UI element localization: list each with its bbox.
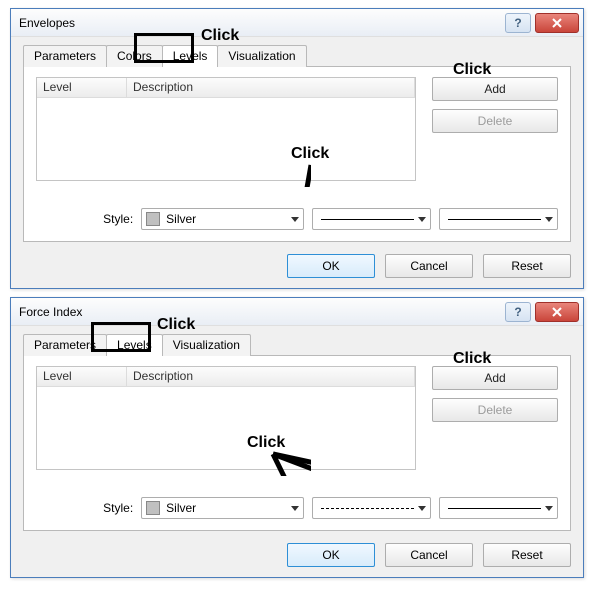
window-title: Force Index	[19, 305, 505, 319]
client-area: Parameters Colors Levels Visualization L…	[11, 37, 583, 288]
chevron-down-icon	[545, 217, 553, 222]
col-level: Level	[37, 78, 127, 97]
line-thickness-dropdown[interactable]	[439, 208, 558, 230]
cancel-button[interactable]: Cancel	[385, 543, 473, 567]
envelopes-window: Envelopes ? Parameters Colors Levels Vis…	[10, 8, 584, 289]
style-label: Style:	[36, 501, 141, 515]
chevron-down-icon	[291, 217, 299, 222]
chevron-down-icon	[545, 506, 553, 511]
list-header: Level Description	[37, 78, 415, 98]
color-name: Silver	[166, 501, 196, 515]
tab-parameters[interactable]: Parameters	[23, 45, 107, 67]
dialog-button-bar: OK Cancel Reset	[287, 543, 571, 567]
tab-bar: Parameters Colors Levels Visualization	[23, 45, 571, 67]
force-index-window: Force Index ? Parameters Levels Visualiz…	[10, 297, 584, 578]
color-swatch-icon	[146, 501, 160, 515]
color-dropdown[interactable]: Silver	[141, 208, 304, 230]
col-level: Level	[37, 367, 127, 386]
titlebar: Force Index ?	[11, 298, 583, 326]
tab-colors[interactable]: Colors	[106, 45, 163, 67]
chevron-down-icon	[291, 506, 299, 511]
reset-button[interactable]: Reset	[483, 254, 571, 278]
col-description: Description	[127, 367, 415, 386]
tab-visualization[interactable]: Visualization	[162, 334, 251, 356]
add-button[interactable]: Add	[432, 77, 558, 101]
client-area: Parameters Levels Visualization Level De…	[11, 326, 583, 577]
ok-button[interactable]: OK	[287, 254, 375, 278]
window-title: Envelopes	[19, 16, 505, 30]
close-icon	[551, 306, 563, 318]
levels-list[interactable]: Level Description	[36, 77, 416, 181]
tab-page-levels: Level Description Add Delete Style: Silv…	[23, 355, 571, 531]
style-label: Style:	[36, 212, 141, 226]
help-button[interactable]: ?	[505, 302, 531, 322]
color-name: Silver	[166, 212, 196, 226]
levels-list[interactable]: Level Description	[36, 366, 416, 470]
tab-levels[interactable]: Levels	[162, 45, 219, 67]
help-button[interactable]: ?	[505, 13, 531, 33]
tab-levels[interactable]: Levels	[106, 334, 163, 356]
line-style-dropdown[interactable]	[312, 208, 431, 230]
add-button[interactable]: Add	[432, 366, 558, 390]
delete-button: Delete	[432, 109, 558, 133]
tab-page-levels: Level Description Add Delete Style: Silv…	[23, 66, 571, 242]
chevron-down-icon	[418, 506, 426, 511]
side-panel: Add Delete	[432, 366, 558, 430]
tab-visualization[interactable]: Visualization	[217, 45, 306, 67]
close-button[interactable]	[535, 302, 579, 322]
col-description: Description	[127, 78, 415, 97]
close-button[interactable]	[535, 13, 579, 33]
line-style-dropdown[interactable]	[312, 497, 431, 519]
close-icon	[551, 17, 563, 29]
style-row: Style: Silver	[36, 207, 558, 231]
line-thickness-dropdown[interactable]	[439, 497, 558, 519]
titlebar: Envelopes ?	[11, 9, 583, 37]
delete-button: Delete	[432, 398, 558, 422]
cancel-button[interactable]: Cancel	[385, 254, 473, 278]
chevron-down-icon	[418, 217, 426, 222]
dialog-button-bar: OK Cancel Reset	[287, 254, 571, 278]
color-dropdown[interactable]: Silver	[141, 497, 304, 519]
side-panel: Add Delete	[432, 77, 558, 141]
tab-parameters[interactable]: Parameters	[23, 334, 107, 356]
reset-button[interactable]: Reset	[483, 543, 571, 567]
list-header: Level Description	[37, 367, 415, 387]
style-row: Style: Silver	[36, 496, 558, 520]
tab-bar: Parameters Levels Visualization	[23, 334, 571, 356]
color-swatch-icon	[146, 212, 160, 226]
ok-button[interactable]: OK	[287, 543, 375, 567]
